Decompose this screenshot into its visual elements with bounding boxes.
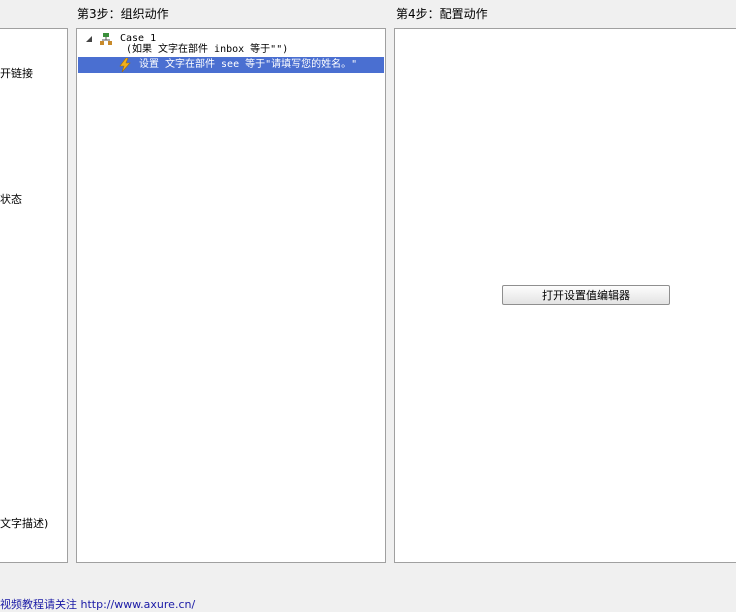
lightning-bolt-icon <box>119 58 131 72</box>
step3-title: 第3步：组织动作 <box>77 7 169 21</box>
step2-panel <box>0 28 68 563</box>
tutorial-link[interactable]: 视频教程请关注 http://www.axure.cn/ <box>0 596 195 612</box>
left-panel-item-open-link[interactable]: 开链接 <box>0 65 33 81</box>
open-set-value-editor-button[interactable]: 打开设置值编辑器 <box>502 285 670 305</box>
step4-title: 第4步：配置动作 <box>396 7 488 21</box>
organize-actions-panel: Case 1 (如果 文字在部件 inbox 等于"") 设置 文字在部件 se… <box>76 28 386 563</box>
action-row-selected[interactable]: 设置 文字在部件 see 等于"请填写您的姓名。" <box>78 57 384 73</box>
case-condition-row[interactable]: (如果 文字在部件 inbox 等于"") <box>78 42 384 58</box>
left-panel-item-text-description[interactable]: 文字描述) <box>0 515 48 531</box>
left-panel-item-state[interactable]: 状态 <box>0 191 22 207</box>
case-condition-text: (如果 文字在部件 inbox 等于"") <box>126 44 289 55</box>
action-text: 设置 文字在部件 see 等于"请填写您的姓名。" <box>139 59 358 70</box>
configure-action-panel: 打开设置值编辑器 <box>394 28 736 563</box>
